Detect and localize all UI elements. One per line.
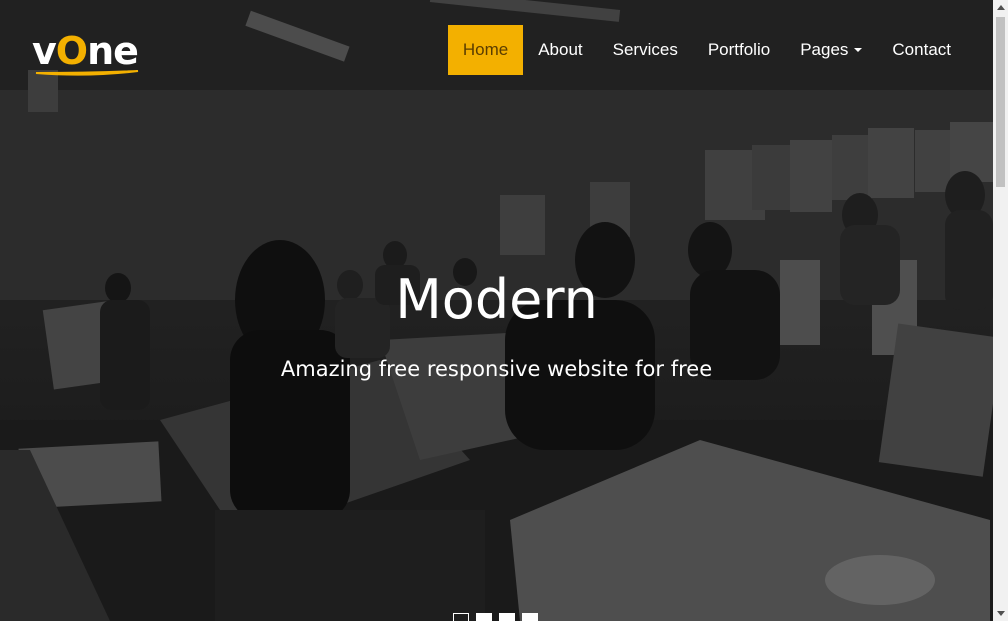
arrow-down-icon xyxy=(996,611,1005,616)
page-scrollbar[interactable] xyxy=(993,0,1008,621)
carousel-indicator-1[interactable] xyxy=(453,613,469,621)
scroll-up-button[interactable] xyxy=(993,0,1008,15)
hero-title: Modern xyxy=(395,268,598,331)
carousel-indicator-4[interactable] xyxy=(522,613,538,621)
arrow-up-icon xyxy=(996,5,1005,10)
nav-pages-dropdown[interactable]: Pages xyxy=(785,25,877,75)
nav-portfolio[interactable]: Portfolio xyxy=(693,25,785,75)
nav-services[interactable]: Services xyxy=(598,25,693,75)
logo-wordmark: vOne xyxy=(32,29,139,73)
nav-contact[interactable]: Contact xyxy=(877,25,966,75)
main-navigation: Home About Services Portfolio Pages Cont… xyxy=(447,25,966,75)
nav-about[interactable]: About xyxy=(523,25,597,75)
carousel-indicators xyxy=(453,613,538,621)
logo-swoosh-icon xyxy=(35,70,139,76)
site-logo[interactable]: vOne xyxy=(32,30,144,78)
caret-down-icon xyxy=(854,48,863,52)
hero-subtitle: Amazing free responsive website for free xyxy=(280,357,713,381)
carousel-indicator-2[interactable] xyxy=(476,613,492,621)
scroll-down-button[interactable] xyxy=(993,606,1008,621)
scrollbar-thumb[interactable] xyxy=(996,17,1005,187)
carousel-indicator-3[interactable] xyxy=(499,613,515,621)
nav-home[interactable]: Home xyxy=(447,25,524,75)
